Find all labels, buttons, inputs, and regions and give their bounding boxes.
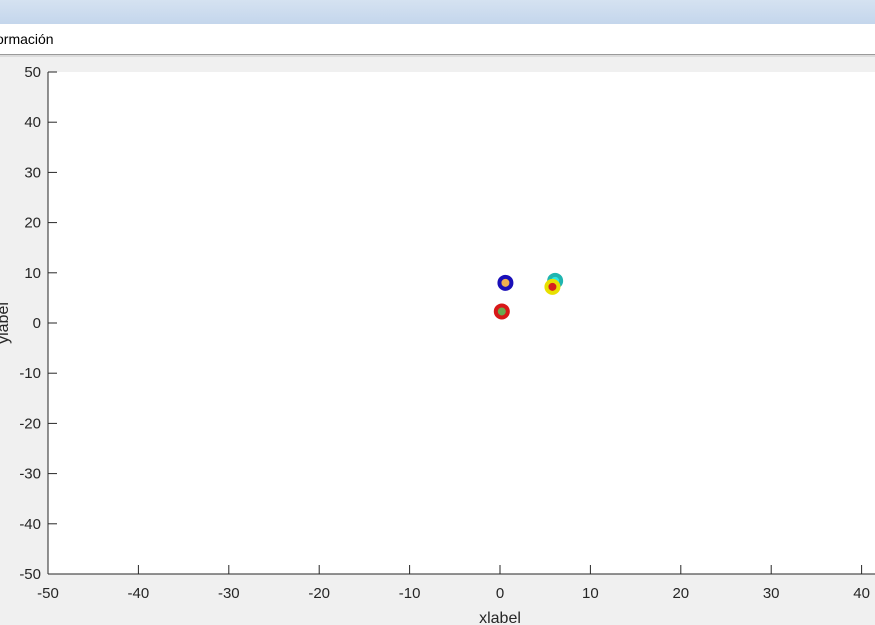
x-tick-label: -20 <box>308 585 330 602</box>
y-axis-label: ylabel <box>0 302 12 344</box>
x-tick-label: -10 <box>399 585 421 602</box>
x-tick-label: 20 <box>672 585 689 602</box>
x-axis-label: xlabel <box>479 610 521 625</box>
menu-item-informacion[interactable]: ormación <box>0 31 54 47</box>
axes-background <box>48 72 875 574</box>
x-tick-label: 0 <box>496 585 504 602</box>
x-tick-label: 30 <box>763 585 780 602</box>
x-tick-label: 40 <box>853 585 870 602</box>
scatter-point <box>544 278 561 295</box>
y-tick-label: 30 <box>24 164 41 181</box>
figure-area: -50 -40 -30 -20 -10 0 10 20 30 40 -50 -40 -30 -20 -10 0… <box>0 57 875 625</box>
y-tick-label: 50 <box>24 64 41 81</box>
y-tick-label: 40 <box>24 114 41 131</box>
x-tick-label: -40 <box>128 585 150 602</box>
y-tick-label: 20 <box>24 215 41 232</box>
y-tick-label: -30 <box>19 466 41 483</box>
window-title-bar <box>0 0 875 24</box>
x-tick-label: -50 <box>37 585 59 602</box>
y-tick-label: -20 <box>19 415 41 432</box>
scatter-point <box>493 303 510 320</box>
y-tick-label: -50 <box>19 566 41 583</box>
scatter-plot: -50 -40 -30 -20 -10 0 10 20 30 40 -50 -40 -30 -20 -10 0… <box>0 64 875 625</box>
y-tick-label: -40 <box>19 516 41 533</box>
x-tick-label: -30 <box>218 585 240 602</box>
y-tick-label: 0 <box>33 315 41 332</box>
scatter-point <box>497 274 514 291</box>
menu-bar: ormación <box>0 24 875 55</box>
x-tick-label: 10 <box>582 585 599 602</box>
y-tick-label: -10 <box>19 365 41 382</box>
y-tick-label: 10 <box>24 265 41 282</box>
